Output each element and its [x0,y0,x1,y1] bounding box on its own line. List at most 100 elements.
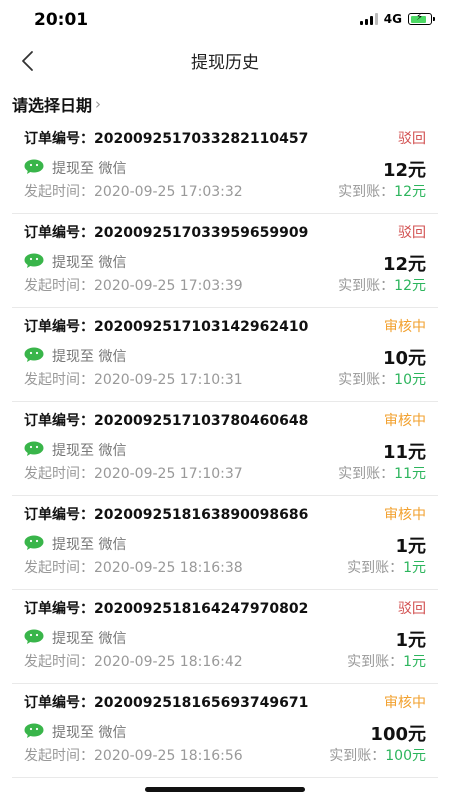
order-number: 20200925181642479708​02 [94,601,309,617]
start-time-label: 发起时间： [24,372,94,388]
order-label: 订单编号： [24,695,94,711]
page-title: 提现历史 [191,53,259,73]
received-value: 12元 [394,278,426,294]
start-time-label: 发起时间： [24,184,94,200]
withdraw-destination: 提现至 微信 [52,631,127,647]
list-item[interactable]: 订单编号：20200925170339596599​09 驳回 提现至 微信 12元发… [12,214,438,308]
received-label: 实到账： [338,466,395,482]
order-number: 20200925170339596599​09 [94,225,309,241]
order-row: 订单编号：20200925170339596599​09 驳回 [24,222,426,242]
received-amount: 实到账：1元 [347,651,426,671]
list-item[interactable]: 订单编号：20200925181656937496​71 审核中提现至 微信 100… [12,684,438,778]
withdraw-amount: 12元 [382,254,426,275]
received-value: 12元 [394,184,426,200]
date-filter-label: 请选择日期 [12,96,93,115]
withdraw-row: 提现至 微信 12元 [24,156,426,181]
order-row: 订单编号：20200925181638900986​86 审核中 [24,504,426,524]
status-badge: 驳回 [398,131,426,147]
start-time: 2020-09-25 18:16:42 [94,654,243,670]
time-row: 发起时间：2020-09-25 18:16:42 实到账：1元 [24,651,426,671]
withdraw-amount: 100元 [370,724,426,745]
received-value: 100元 [385,748,426,764]
network-type: 4G [383,12,402,26]
status-indicators: 4G ⚡ [359,12,435,26]
withdraw-destination: 提现至 微信 [52,537,127,553]
received-amount: 实到账：10元 [338,369,426,389]
list-item[interactable]: 订单编号：202009251703328211045​7 驳回 提现至 微信 12元发… [12,120,438,214]
withdraw-record-list: 订单编号：202009251703328211045​7 驳回 提现至 微信 12元发… [0,120,450,778]
time-row: 发起时间：2020-09-25 17:10:31 实到账：10元 [24,369,426,389]
nav-bar: 提现历史 [0,44,450,80]
withdraw-destination: 提现至 微信 [52,725,127,741]
withdraw-row: 提现至 微信 1元 [24,626,426,651]
received-amount: 实到账：1元 [347,557,426,577]
start-time-label: 发起时间： [24,466,94,482]
withdraw-amount: 10元 [382,348,426,369]
withdraw-destination: 提现至 微信 [52,443,127,459]
wechat-icon [24,629,44,644]
withdraw-row: 提现至 微信 10元 [24,344,426,369]
order-number: 20200925171031429624​10 [94,319,309,335]
start-time: 2020-09-25 18:16:38 [94,560,243,576]
wechat-icon [24,535,44,550]
received-label: 实到账： [347,560,404,576]
order-row: 订单编号：202009251703328211045​7 驳回 [24,128,426,148]
time-row: 发起时间：2020-09-25 17:03:32 实到账：12元 [24,181,426,201]
order-number: 20200925171037804606​48 [94,413,309,429]
date-filter-button[interactable]: 请选择日期 › [12,92,101,116]
wechat-icon [24,441,44,456]
list-item[interactable]: 订单编号：20200925171031429624​10 审核中提现至 微信 10元… [12,308,438,402]
list-item[interactable]: 订单编号：20200925171037804606​48 审核中 提现至 微信 11元… [12,402,438,496]
start-time: 2020-09-25 17:10:31 [94,372,243,388]
time-row: 发起时间：2020-09-25 17:03:39 实到账：12元 [24,275,426,295]
received-amount: 实到账：12元 [338,275,426,295]
start-time: 2020-09-25 17:03:39 [94,278,243,294]
received-amount: 实到账：12元 [338,181,426,201]
withdraw-amount: 1元 [395,630,426,651]
order-label: 订单编号： [24,413,94,429]
order-label: 订单编号： [24,131,94,147]
withdraw-row: 提现至 微信 12元 [24,250,426,275]
received-label: 实到账： [329,748,386,764]
status-badge: 审核中 [384,319,426,335]
status-badge: 审核中 [384,695,426,711]
status-time: 20:01 [34,10,89,30]
order-label: 订单编号： [24,319,94,335]
withdraw-destination: 提现至 微信 [52,255,127,271]
battery-icon: ⚡ [408,12,435,25]
wechat-icon [24,723,44,738]
chevron-right-icon: › [95,95,102,113]
time-row: 发起时间：2020-09-25 18:16:56 实到账：100元 [24,745,426,765]
start-time-label: 发起时间： [24,748,94,764]
start-time: 2020-09-25 17:03:32 [94,184,243,200]
order-label: 订单编号： [24,601,94,617]
home-indicator [145,787,305,792]
list-item[interactable]: 订单编号：20200925181638900986​86 审核中 提现至 微信 1元发… [12,496,438,590]
status-badge: 审核中 [384,413,426,429]
order-number: 202009251703328211045​7 [94,131,309,147]
received-value: 1元 [403,654,426,670]
status-bar: 20:01 4G ⚡ [0,0,450,44]
order-label: 订单编号： [24,225,94,241]
start-time: 2020-09-25 18:16:56 [94,748,243,764]
status-badge: 审核中 [384,507,426,523]
received-label: 实到账： [347,654,404,670]
order-number: 20200925181656937496​71 [94,695,309,711]
list-item[interactable]: 订单编号：20200925181642479708​02 驳回 提现至 微信 1元 发起… [12,590,438,684]
received-amount: 实到账：100元 [329,745,426,765]
order-label: 订单编号： [24,507,94,523]
time-row: 发起时间：2020-09-25 18:16:38 实到账：1元 [24,557,426,577]
withdraw-destination: 提现至 微信 [52,349,127,365]
received-amount: 实到账：11元 [338,463,426,483]
withdraw-amount: 12元 [382,160,426,181]
wechat-icon [24,347,44,362]
withdraw-row: 提现至 微信 11元 [24,438,426,463]
received-value: 11元 [394,466,426,482]
order-number: 20200925181638900986​86 [94,507,309,523]
signal-icon [359,13,378,25]
received-value: 10元 [394,372,426,388]
wechat-icon [24,159,44,174]
status-badge: 驳回 [398,601,426,617]
received-label: 实到账： [338,372,395,388]
received-label: 实到账： [338,184,395,200]
